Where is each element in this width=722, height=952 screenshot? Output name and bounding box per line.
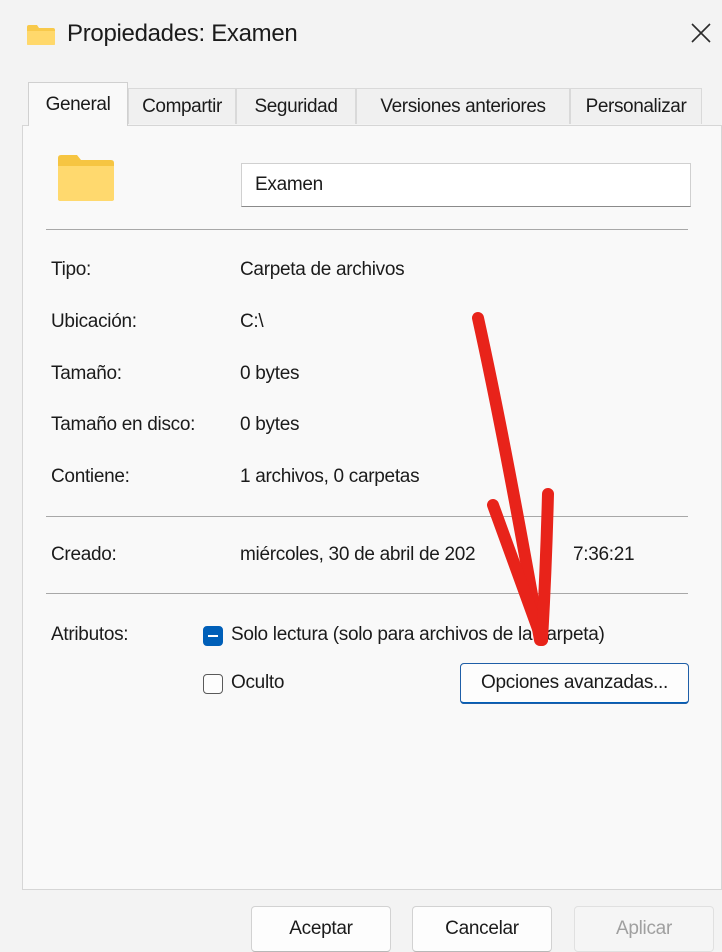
created-label: Creado: [51, 544, 117, 565]
created-value: miércoles, 30 de abril de 202 [240, 544, 476, 565]
tab-compartir[interactable]: Compartir [128, 88, 236, 124]
close-button[interactable] [680, 12, 722, 58]
size-on-disk-label: Tamaño en disco: [51, 414, 196, 435]
apply-button[interactable]: Aplicar [574, 906, 714, 952]
created-value-tail: 7:36:21 [573, 544, 635, 565]
general-panel: Tipo: Carpeta de archivos Ubicación: C:\… [22, 125, 722, 890]
location-value: C:\ [240, 311, 264, 332]
tab-label: Seguridad [254, 95, 338, 117]
size-value: 0 bytes [240, 363, 300, 384]
cancel-button[interactable]: Cancelar [412, 906, 552, 952]
window-title: Propiedades: Examen [67, 20, 298, 47]
location-label: Ubicación: [51, 311, 137, 332]
separator [46, 229, 688, 230]
size-label: Tamaño: [51, 363, 122, 384]
hidden-label[interactable]: Oculto [231, 672, 284, 694]
folder-icon [57, 154, 115, 207]
readonly-checkbox[interactable] [203, 626, 223, 646]
tab-seguridad[interactable]: Seguridad [236, 88, 356, 124]
attributes-label: Atributos: [51, 624, 129, 645]
tab-label: General [45, 93, 111, 115]
hidden-checkbox[interactable] [203, 674, 223, 694]
apply-label: Aplicar [616, 918, 672, 939]
tab-versiones-anteriores[interactable]: Versiones anteriores [356, 88, 570, 124]
type-value: Carpeta de archivos [240, 259, 405, 280]
tab-general[interactable]: General [28, 82, 128, 126]
tab-label: Compartir [142, 95, 222, 117]
close-icon [690, 22, 712, 49]
ok-label: Aceptar [289, 918, 353, 939]
tab-label: Versiones anteriores [380, 95, 546, 117]
tab-label: Personalizar [585, 95, 687, 117]
ok-button[interactable]: Aceptar [251, 906, 391, 952]
folder-icon [26, 24, 56, 51]
separator [46, 516, 688, 517]
type-label: Tipo: [51, 259, 92, 280]
advanced-options-label: Opciones avanzadas... [481, 672, 668, 693]
contains-label: Contiene: [51, 466, 130, 487]
tab-strip: General Compartir Seguridad Versiones an… [22, 82, 722, 126]
contains-value: 1 archivos, 0 carpetas [240, 466, 420, 487]
size-on-disk-value: 0 bytes [240, 414, 300, 435]
folder-name-input[interactable] [241, 163, 691, 207]
tab-personalizar[interactable]: Personalizar [570, 88, 702, 124]
separator [46, 593, 688, 594]
title-bar: Propiedades: Examen [0, 0, 722, 70]
advanced-options-button[interactable]: Opciones avanzadas... [460, 663, 689, 704]
readonly-label[interactable]: Solo lectura (solo para archivos de la c… [231, 624, 605, 646]
cancel-label: Cancelar [445, 918, 519, 939]
